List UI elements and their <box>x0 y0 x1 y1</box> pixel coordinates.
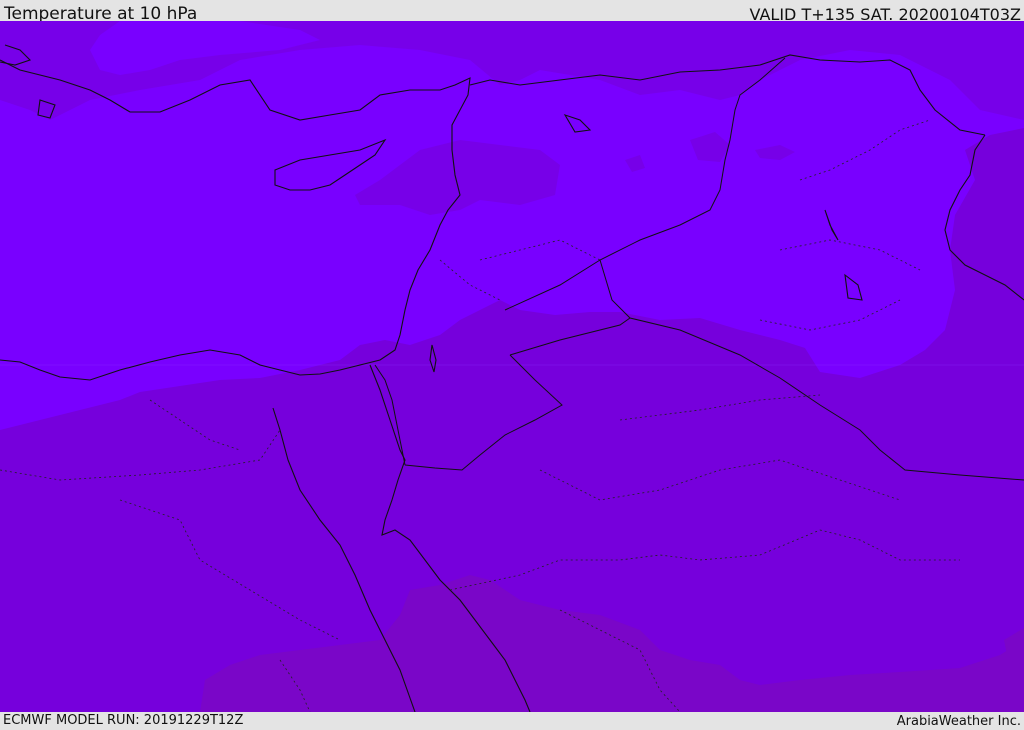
map-svg <box>0 21 1024 712</box>
model-run-label: ECMWF MODEL RUN: 20191229T12Z <box>3 713 244 728</box>
footer-bar: ECMWF MODEL RUN: 20191229T12Z ArabiaWeat… <box>0 712 1024 729</box>
credit-label: ArabiaWeather Inc. <box>896 714 1021 729</box>
header-bar: Temperature at 10 hPa VALID T+135 SAT. 2… <box>0 0 1024 24</box>
map-canvas[interactable] <box>0 21 1024 712</box>
